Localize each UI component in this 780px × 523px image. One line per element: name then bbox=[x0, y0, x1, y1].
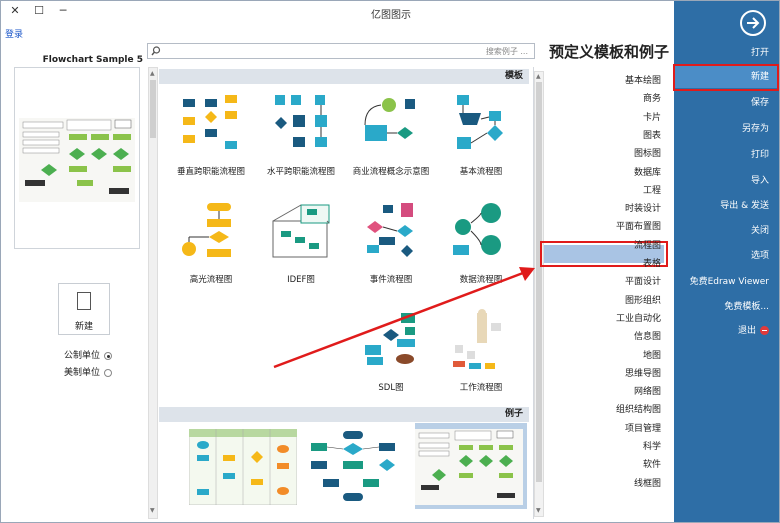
app-window: 亿图图示 ✕ ☐ ─ 登录 Flowchart Sample 5 新建 公制单位… bbox=[0, 0, 780, 523]
annotation-arrow bbox=[273, 267, 535, 369]
